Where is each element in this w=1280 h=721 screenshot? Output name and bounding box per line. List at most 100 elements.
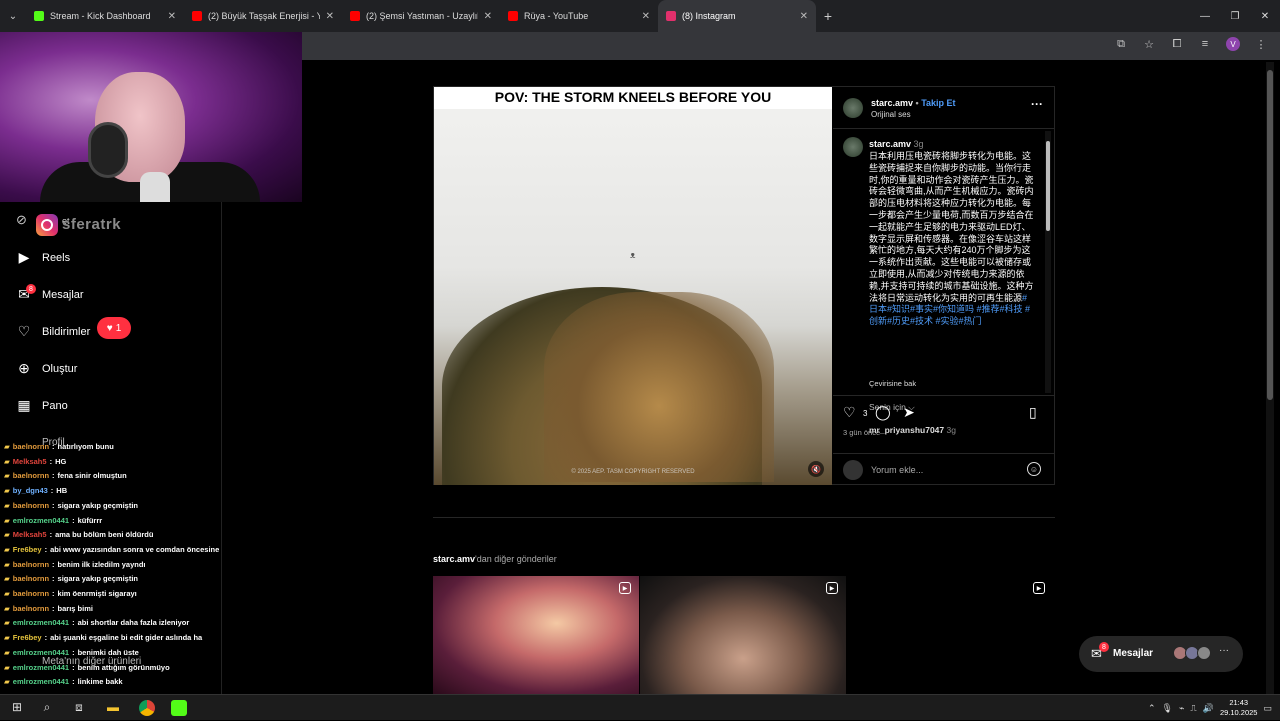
tab-instagram[interactable]: (8) Instagram ✕ xyxy=(658,0,816,32)
cast-icon[interactable]: ⧉ xyxy=(1114,38,1128,51)
chat-text: ama bu bölüm beni öldürdü xyxy=(55,530,154,540)
profile-avatar[interactable]: V xyxy=(1226,37,1240,51)
extensions-icon[interactable]: ⧠ xyxy=(1170,38,1184,51)
tab-youtube-1[interactable]: (2) Büyük Taşşak Enerjisi - YouT ✕ xyxy=(184,0,342,32)
more-options-icon[interactable]: ··· xyxy=(1031,97,1043,111)
more-dots-icon: ··· xyxy=(1219,645,1229,656)
caption-avatar[interactable] xyxy=(843,137,863,157)
tab-search-icon[interactable]: ⌄ xyxy=(0,0,26,32)
windows-taskbar: ⊞ ⌕ ⧈ ▬ ⌃ 🎙 ⌁ ⎍ 🔊 21:43 29.10.2025 ▭ xyxy=(0,694,1280,720)
notification-center-icon[interactable]: ▭ xyxy=(1263,703,1272,714)
usb-icon[interactable]: ⌁ xyxy=(1179,703,1184,714)
post-modal: ᴥ POV: THE STORM KNEELS BEFORE YOU © 202… xyxy=(433,86,1055,485)
tab-youtube-3[interactable]: Rüya - YouTube ✕ xyxy=(500,0,658,32)
mic-icon[interactable]: 🎙 xyxy=(1162,703,1173,714)
more-post-thumbnail[interactable]: ▶ xyxy=(433,576,639,694)
volume-icon[interactable]: 🔊 xyxy=(1203,703,1214,714)
heart-icon: ♡ xyxy=(17,323,31,339)
clock-time: 21:43 xyxy=(1229,698,1249,707)
more-post-thumbnail[interactable]: ▶ xyxy=(847,576,1053,694)
chat-badge-icon: ▰ xyxy=(4,515,10,525)
tab-youtube-2[interactable]: (2) Şemsi Yastıman - Uzaylılar H ✕ xyxy=(342,0,500,32)
chat-username: baelnornn xyxy=(12,574,50,584)
instagram-favicon-icon xyxy=(666,11,676,21)
save-bookmark-icon[interactable]: ▯ xyxy=(1029,404,1037,421)
sidebar-item-notifications[interactable]: ♡ Bildirimler xyxy=(14,323,91,340)
section-divider xyxy=(433,517,1055,518)
sidebar-item-meta[interactable]: Meta'nın diğer ürünleri xyxy=(42,656,141,667)
network-icon[interactable]: ⎍ xyxy=(1190,703,1196,714)
chat-text: abi şuanki eşgaline bi edit gider aslınd… xyxy=(50,633,203,643)
comment-input[interactable]: Yorum ekle... xyxy=(871,465,923,475)
page-scrollbar[interactable] xyxy=(1266,62,1274,694)
sidebar-item-profile[interactable]: Profil xyxy=(42,437,65,448)
sidebar-item-messages[interactable]: ✉ Mesajlar xyxy=(14,286,83,303)
emoji-icon[interactable]: ☺ xyxy=(1027,462,1041,476)
minimize-icon[interactable]: — xyxy=(1190,0,1220,32)
mute-icon[interactable]: 🔇 xyxy=(808,461,824,477)
close-tab-icon[interactable]: ✕ xyxy=(168,11,176,22)
kick-app-icon[interactable] xyxy=(171,700,187,716)
tab-kick-dashboard[interactable]: Stream - Kick Dashboard ✕ xyxy=(26,0,184,32)
media-icon[interactable]: ≡ xyxy=(1198,38,1212,50)
avatar xyxy=(1197,646,1211,660)
reel-video[interactable]: ᴥ POV: THE STORM KNEELS BEFORE YOU © 202… xyxy=(434,87,832,485)
chat-text: benim ilk izledilm yayndı xyxy=(57,559,146,569)
window-controls: — ❐ ✕ xyxy=(1190,0,1280,32)
more-posts-author[interactable]: starc.amv xyxy=(433,554,475,564)
share-icon[interactable]: ➤ xyxy=(903,404,915,421)
sidebar-item-create[interactable]: ⊕ Oluştur xyxy=(14,360,77,377)
chat-username: Fre6bey xyxy=(12,544,42,554)
system-tray: ⌃ 🎙 ⌁ ⎍ 🔊 21:43 29.10.2025 ▭ xyxy=(1148,695,1280,721)
caption-author[interactable]: starc.amv xyxy=(869,139,911,149)
chat-badge-icon: ▰ xyxy=(4,574,10,584)
explore-icon[interactable]: ⊘ xyxy=(16,212,27,228)
search-icon[interactable]: ⌕ xyxy=(38,700,56,715)
task-view-icon[interactable]: ⧈ xyxy=(70,700,88,715)
chat-badge-icon: ▰ xyxy=(4,500,10,510)
like-icon[interactable]: ♡ xyxy=(843,404,856,421)
close-tab-icon[interactable]: ✕ xyxy=(484,11,492,22)
author-name[interactable]: starc.amv xyxy=(871,98,913,108)
clock[interactable]: 21:43 29.10.2025 xyxy=(1220,698,1258,718)
follow-button[interactable]: Takip Et xyxy=(921,98,955,108)
windows-start-icon[interactable]: ⊞ xyxy=(8,700,26,714)
chrome-icon[interactable] xyxy=(139,700,155,716)
chat-badge-icon: ▰ xyxy=(4,603,10,613)
audio-label[interactable]: Orijinal ses xyxy=(871,110,911,119)
instagram-logo-icon xyxy=(36,214,58,236)
menu-icon[interactable]: ⋮ xyxy=(1254,38,1268,51)
chevron-up-icon[interactable]: ⌃ xyxy=(1148,703,1156,714)
reels-icon: ▶ xyxy=(18,249,30,265)
restore-icon[interactable]: ❐ xyxy=(1220,0,1250,32)
chat-colon: : xyxy=(52,500,55,510)
sidebar-item-dashboard[interactable]: ▦ Pano xyxy=(14,397,67,414)
close-window-icon[interactable]: ✕ xyxy=(1250,0,1280,32)
file-explorer-icon[interactable]: ▬ xyxy=(104,700,122,714)
chat-message: ▰ Melksah5: ama bu bölüm beni öldürdü xyxy=(4,528,220,543)
close-tab-icon[interactable]: ✕ xyxy=(642,11,650,22)
bookmark-star-icon[interactable]: ☆ xyxy=(1142,38,1156,51)
stream-chat: ▰ baelnornn: hatırlıyom bunu ▰ Melksah5: HG ▰ b… xyxy=(4,440,220,690)
author-avatar[interactable] xyxy=(843,98,863,118)
caption-scrollbar[interactable] xyxy=(1045,131,1051,393)
chat-colon: : xyxy=(44,633,48,643)
post-side-panel: starc.amv • Takip Et Orijinal ses ··· st… xyxy=(833,87,1055,485)
youtube-favicon-icon xyxy=(192,11,202,21)
chat-text: sigara yakıp geçmiştin xyxy=(57,574,138,584)
close-tab-icon[interactable]: ✕ xyxy=(800,11,808,22)
comment-box: Yorum ekle... ☺ xyxy=(833,453,1055,485)
close-tab-icon[interactable]: ✕ xyxy=(326,11,334,22)
chat-badge-icon: ▰ xyxy=(4,544,10,554)
more-post-thumbnail[interactable]: ▶ xyxy=(640,576,846,694)
chat-message: ▰ baelnornn: hatırlıyom bunu xyxy=(4,440,220,455)
messages-widget[interactable]: ✉ 8 Mesajlar ··· xyxy=(1079,636,1243,672)
streamer-name: sferatrk xyxy=(62,216,122,233)
more-posts-suffix: 'dan diğer gönderiler xyxy=(475,554,557,564)
sidebar-item-reels[interactable]: ▶ Reels xyxy=(14,249,71,266)
new-tab-button[interactable]: + xyxy=(816,8,840,24)
comment-icon[interactable]: ◯ xyxy=(875,404,891,421)
notification-pill[interactable]: ♥ 1 xyxy=(97,317,131,339)
chat-colon: : xyxy=(72,677,75,687)
chat-username: baelnornn xyxy=(12,500,50,510)
